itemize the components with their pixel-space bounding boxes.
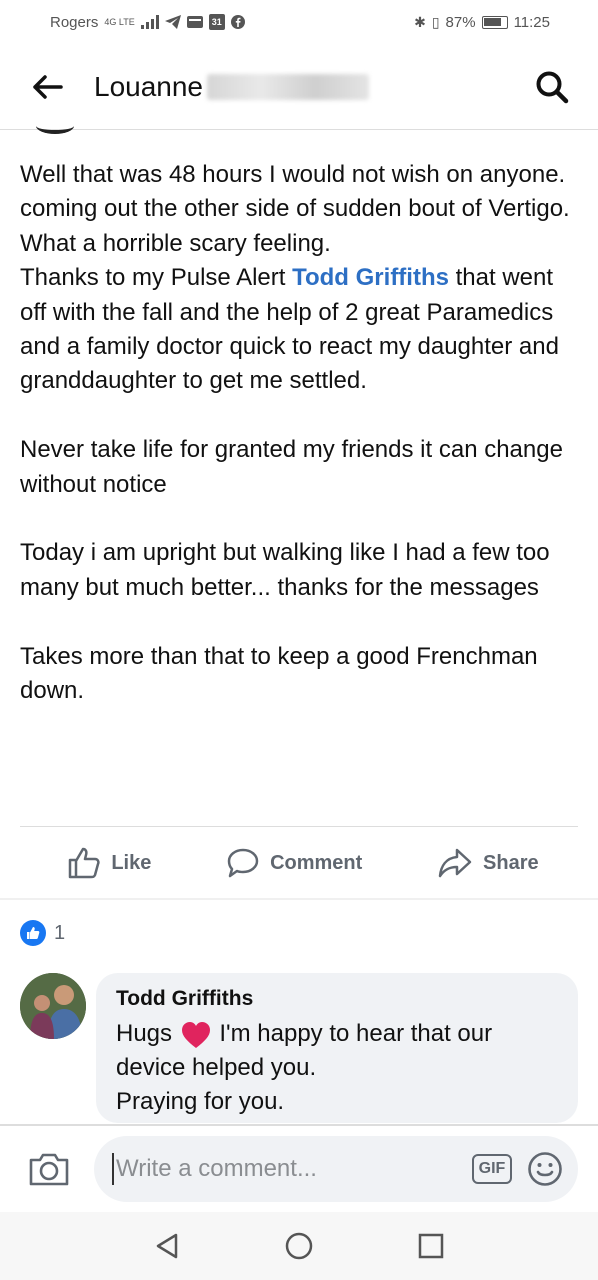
circle-home-icon — [285, 1232, 313, 1260]
message-icon — [186, 16, 203, 28]
camera-button[interactable] — [24, 1144, 74, 1194]
like-reaction-icon — [20, 920, 46, 946]
like-button[interactable]: Like — [67, 846, 151, 880]
comment-bubble-icon — [227, 848, 259, 878]
gif-button[interactable]: GIF — [472, 1154, 512, 1184]
comment-line: I'm happy to hear that our device helped… — [116, 1020, 493, 1081]
post-line: What a horrible scary feeling. — [20, 229, 331, 257]
nav-home-button[interactable] — [279, 1226, 319, 1266]
share-arrow-icon — [438, 848, 472, 878]
calendar-icon: 31 — [208, 14, 225, 30]
triangle-back-icon — [156, 1233, 178, 1259]
redacted-surname — [207, 73, 370, 100]
post-paragraph-2: Never take life for granted my friends i… — [20, 436, 563, 498]
comment-text: Hugs I'm happy to hear that our device h… — [116, 1017, 558, 1119]
network-type: 4G LTE — [104, 16, 135, 27]
status-bar: Rogers 4G LTE 31 ✱ ▯ 87% 11:25 — [0, 0, 598, 44]
nav-back-button[interactable] — [147, 1226, 187, 1266]
search-icon — [536, 71, 569, 103]
vibrate-icon: ▯ — [431, 13, 440, 30]
search-button[interactable] — [532, 67, 572, 107]
post-paragraph-1: Well that was 48 hours I would not wish … — [20, 158, 580, 399]
heart-emoji-icon — [181, 1021, 210, 1048]
square-recents-icon — [418, 1233, 444, 1259]
like-thumb-icon — [69, 847, 100, 879]
post-avatar-edge — [36, 118, 74, 134]
status-right: ✱ ▯ 87% 11:25 — [414, 14, 550, 31]
comment-line: Hugs — [116, 1020, 173, 1047]
comment-author[interactable]: Todd Griffiths — [116, 987, 558, 1011]
battery-icon — [481, 15, 508, 29]
post-body: Well that was 48 hours I would not wish … — [20, 158, 580, 743]
comment-button[interactable]: Comment — [226, 847, 362, 879]
commenter-avatar[interactable] — [20, 973, 86, 1039]
post-actions: Like Comment Share — [0, 836, 598, 890]
status-left: Rogers 4G LTE 31 — [50, 14, 245, 31]
nav-recents-button[interactable] — [411, 1226, 451, 1266]
top-app-bar: Louanne — [0, 44, 598, 130]
reaction-count: 1 — [54, 921, 66, 944]
comment-label: Comment — [270, 851, 363, 874]
comment-input[interactable] — [112, 1153, 472, 1185]
divider — [20, 826, 578, 827]
bluetooth-icon: ✱ — [414, 13, 426, 30]
reaction-summary[interactable]: 1 — [20, 920, 65, 946]
comment-bubble[interactable]: Todd Griffiths Hugs I'm happy to hear th… — [96, 973, 578, 1123]
emoji-button[interactable] — [526, 1150, 564, 1188]
arrow-left-icon — [33, 74, 63, 99]
signal-icon — [140, 15, 159, 29]
comment-input-container: GIF — [94, 1136, 578, 1202]
profile-name: Louanne — [94, 70, 204, 102]
telegram-icon — [164, 15, 181, 29]
camera-icon — [29, 1153, 69, 1186]
battery-percent: 87% — [445, 13, 476, 31]
back-button[interactable] — [30, 69, 66, 105]
share-button[interactable]: Share — [437, 847, 539, 879]
comment-line: Praying for you. — [116, 1088, 285, 1115]
post-paragraph-3: Today i am upright but walking like I ha… — [20, 539, 550, 601]
facebook-icon — [230, 15, 245, 29]
comment-composer: GIF — [0, 1126, 598, 1212]
avatar-photo — [20, 973, 86, 1039]
mention-link[interactable]: Todd Griffiths — [292, 264, 449, 291]
page-title: Louanne — [94, 70, 370, 103]
system-nav-bar — [0, 1212, 598, 1280]
post-line: Well that was 48 hours I would not wish … — [20, 161, 570, 223]
post-paragraph-4: Takes more than that to keep a good Fren… — [20, 642, 538, 705]
like-label: Like — [111, 851, 152, 874]
clock: 11:25 — [513, 13, 550, 31]
smiley-icon — [528, 1152, 562, 1186]
section-separator — [0, 898, 598, 900]
share-label: Share — [483, 851, 539, 874]
carrier-label: Rogers — [50, 13, 99, 31]
post-line: Thanks to my Pulse Alert — [20, 264, 293, 292]
